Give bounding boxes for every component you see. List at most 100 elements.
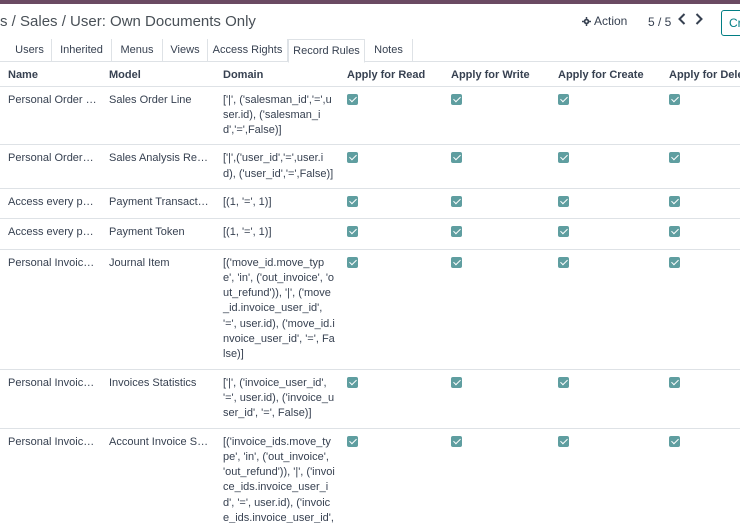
table-row[interactable]: Personal Orders Analysis Sales Analysis … — [0, 144, 740, 189]
apply-read-checkbox[interactable] — [347, 152, 358, 164]
apply-read-cell — [339, 369, 443, 429]
apply-write-checkbox[interactable] — [451, 93, 462, 105]
apply-write-checkbox[interactable] — [451, 152, 462, 164]
apply-create-checkbox[interactable] — [558, 376, 569, 388]
table-row[interactable]: Personal Invoice Lines Journal Item [('m… — [0, 249, 740, 370]
apply-write-cell — [443, 188, 550, 220]
apply-read-cell — [339, 428, 443, 523]
rule-model: Payment Token — [101, 218, 215, 250]
apply-write-cell — [443, 428, 550, 523]
tab-users[interactable]: Users — [8, 39, 52, 62]
rule-domain: [('move_id.move_type', 'in', ('out_invoi… — [215, 249, 339, 370]
rule-name: Personal Invoices Analysis — [0, 369, 101, 429]
apply-delete-checkbox[interactable] — [669, 435, 680, 447]
apply-read-cell — [339, 218, 443, 250]
rule-domain: [(1, '=', 1)] — [215, 218, 339, 250]
breadcrumb-parent[interactable]: s — [0, 13, 8, 30]
apply-write-cell — [443, 144, 550, 189]
rule-name: Access every payment transaction — [0, 188, 101, 220]
apply-read-checkbox[interactable] — [347, 376, 358, 388]
rule-model: Sales Analysis Report — [101, 144, 215, 189]
column-header-name[interactable]: Name — [0, 64, 101, 87]
apply-read-cell — [339, 188, 443, 220]
apply-create-cell — [550, 144, 661, 189]
column-header-read[interactable]: Apply for Read — [339, 64, 443, 87]
apply-create-cell — [550, 369, 661, 429]
apply-write-checkbox[interactable] — [451, 226, 462, 238]
rule-model: Sales Order Line — [101, 86, 215, 146]
apply-read-checkbox[interactable] — [347, 435, 358, 447]
apply-write-checkbox[interactable] — [451, 195, 462, 207]
tab-inherited[interactable]: Inherited — [52, 39, 112, 62]
rule-name: Personal Orders Analysis — [0, 144, 101, 189]
apply-create-checkbox[interactable] — [558, 152, 569, 164]
table-row[interactable]: Personal Invoice Send Account Invoice Se… — [0, 428, 740, 523]
rule-model: Journal Item — [101, 249, 215, 370]
rule-name: Personal Invoice Send — [0, 428, 101, 523]
pager-next-button[interactable] — [693, 12, 707, 28]
apply-delete-checkbox[interactable] — [669, 93, 680, 105]
apply-read-cell — [339, 144, 443, 189]
apply-write-checkbox[interactable] — [451, 256, 462, 268]
rule-model: Payment Transaction — [101, 188, 215, 220]
apply-delete-cell — [661, 86, 740, 146]
apply-create-checkbox[interactable] — [558, 93, 569, 105]
breadcrumb-current: / — [11, 13, 21, 30]
apply-write-checkbox[interactable] — [451, 376, 462, 388]
apply-create-cell — [550, 188, 661, 220]
rule-model: Invoices Statistics — [101, 369, 215, 429]
control-panel: s / Sales / User: Own Documents Only Act… — [0, 4, 740, 40]
apply-read-checkbox[interactable] — [347, 226, 358, 238]
apply-delete-checkbox[interactable] — [669, 195, 680, 207]
column-header-write[interactable]: Apply for Write — [443, 64, 550, 87]
chevron-left-icon — [678, 13, 686, 25]
rule-domain: ['|', ('invoice_user_id', '=', user.id),… — [215, 369, 339, 429]
notebook-tabs: Users Inherited Menus Views Access Right… — [0, 39, 740, 63]
apply-create-checkbox[interactable] — [558, 435, 569, 447]
tab-access-rights[interactable]: Access Rights — [208, 39, 288, 62]
apply-delete-cell — [661, 188, 740, 220]
apply-create-checkbox[interactable] — [558, 256, 569, 268]
table-row[interactable]: Personal Invoices Analysis Invoices Stat… — [0, 369, 740, 429]
apply-create-checkbox[interactable] — [558, 195, 569, 207]
tab-menus[interactable]: Menus — [112, 39, 163, 62]
apply-create-checkbox[interactable] — [558, 226, 569, 238]
apply-delete-checkbox[interactable] — [669, 256, 680, 268]
apply-write-cell — [443, 86, 550, 146]
apply-write-cell — [443, 218, 550, 250]
apply-read-checkbox[interactable] — [347, 256, 358, 268]
table-row[interactable]: Access every payment transaction Payment… — [0, 188, 740, 220]
table-row[interactable]: Access every payment token Payment Token… — [0, 218, 740, 250]
apply-read-cell — [339, 249, 443, 370]
apply-read-checkbox[interactable] — [347, 93, 358, 105]
apply-delete-cell — [661, 218, 740, 250]
apply-write-checkbox[interactable] — [451, 435, 462, 447]
create-button[interactable]: Cr — [721, 10, 740, 36]
apply-read-checkbox[interactable] — [347, 195, 358, 207]
rule-name: Personal Order Lines — [0, 86, 101, 146]
tab-record-rules[interactable]: Record Rules — [288, 39, 365, 63]
column-header-domain[interactable]: Domain — [215, 64, 339, 87]
rule-name: Personal Invoice Lines — [0, 249, 101, 370]
action-button[interactable]: Action — [582, 14, 627, 28]
apply-write-cell — [443, 249, 550, 370]
pager-previous-button[interactable] — [676, 12, 690, 28]
apply-delete-checkbox[interactable] — [669, 152, 680, 164]
pager-value[interactable]: 5 / 5 — [648, 15, 671, 29]
apply-delete-checkbox[interactable] — [669, 376, 680, 388]
apply-delete-cell — [661, 428, 740, 523]
apply-delete-cell — [661, 249, 740, 370]
table-row[interactable]: Personal Order Lines Sales Order Line ['… — [0, 86, 740, 146]
column-header-delete[interactable]: Apply for Delete — [661, 64, 740, 87]
apply-delete-cell — [661, 144, 740, 189]
tab-views[interactable]: Views — [163, 39, 208, 62]
gear-icon — [582, 16, 591, 26]
apply-read-cell — [339, 86, 443, 146]
rule-domain: [('invoice_ids.move_type', 'in', ('out_i… — [215, 428, 339, 523]
apply-delete-checkbox[interactable] — [669, 226, 680, 238]
column-header-model[interactable]: Model — [101, 64, 215, 87]
column-header-create[interactable]: Apply for Create — [550, 64, 661, 87]
chevron-right-icon — [695, 13, 703, 25]
apply-create-cell — [550, 218, 661, 250]
tab-notes[interactable]: Notes — [365, 39, 413, 62]
